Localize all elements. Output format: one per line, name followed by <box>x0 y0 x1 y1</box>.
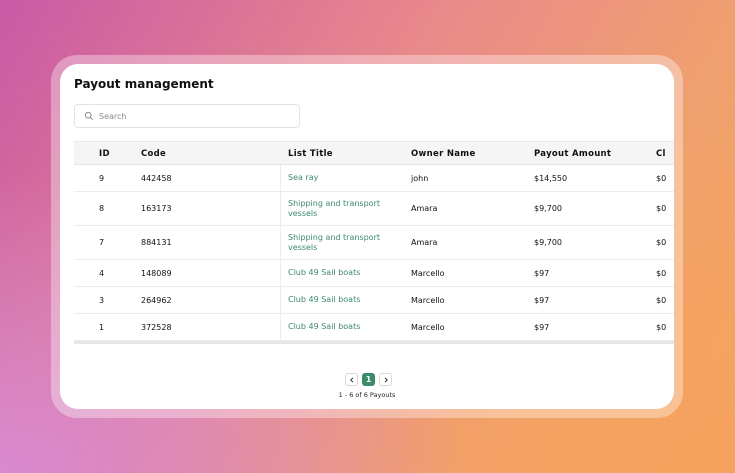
chevron-right-icon <box>383 376 389 383</box>
column-header-id[interactable]: ID <box>99 142 110 166</box>
cell-id: 1 <box>99 322 105 332</box>
page-title: Payout management <box>74 77 214 91</box>
column-divider <box>280 260 281 286</box>
cell-payout-amount: $97 <box>534 322 550 332</box>
pagination: 1 <box>345 373 392 386</box>
cell-owner-name: Marcello <box>411 295 445 305</box>
column-divider <box>280 192 281 225</box>
cell-list-title-link[interactable]: Shipping and transport vessels <box>288 192 398 225</box>
cell-list-title-link[interactable]: Sea ray <box>288 165 398 191</box>
cell-id: 9 <box>99 173 105 183</box>
cell-truncated: $0 <box>656 173 667 183</box>
column-header-payout-amount[interactable]: Payout Amount <box>534 142 611 166</box>
column-divider <box>280 226 281 259</box>
payouts-table: ID Code List Title Owner Name Payout Amo… <box>74 141 674 344</box>
cell-id: 4 <box>99 268 105 278</box>
previous-page-button[interactable] <box>345 373 358 386</box>
cell-list-title-link[interactable]: Club 49 Sail boats <box>288 260 398 286</box>
cell-payout-amount: $14,550 <box>534 173 568 183</box>
column-header-code[interactable]: Code <box>141 142 166 166</box>
cell-payout-amount: $9,700 <box>534 238 562 247</box>
search-input[interactable] <box>99 111 289 121</box>
column-header-truncated[interactable]: Cl <box>656 142 666 166</box>
table-header: ID Code List Title Owner Name Payout Amo… <box>74 141 674 165</box>
cell-truncated: $0 <box>656 295 667 305</box>
search-icon <box>84 111 94 121</box>
column-header-owner-name[interactable]: Owner Name <box>411 142 476 166</box>
cell-list-title-link[interactable]: Club 49 Sail boats <box>288 287 398 313</box>
cell-owner-name: Amara <box>411 238 438 247</box>
page-button-current[interactable]: 1 <box>362 373 375 386</box>
column-header-list-title[interactable]: List Title <box>288 142 333 166</box>
cell-id: 7 <box>99 238 105 247</box>
next-page-button[interactable] <box>379 373 392 386</box>
table-row[interactable]: 9 442458 Sea ray john $14,550 $0 <box>74 165 674 192</box>
table-row[interactable]: 8 163173 Shipping and transport vessels … <box>74 192 674 226</box>
pagination-summary: 1 - 6 of 6 Payouts <box>338 391 396 399</box>
cell-truncated: $0 <box>656 322 667 332</box>
cell-list-title-link[interactable]: Club 49 Sail boats <box>288 314 398 340</box>
column-divider <box>280 287 281 313</box>
table-row[interactable]: 1 372528 Club 49 Sail boats Marcello $97… <box>74 314 674 341</box>
column-divider <box>280 314 281 340</box>
column-divider <box>280 165 281 191</box>
cell-code: 442458 <box>141 173 172 183</box>
cell-truncated: $0 <box>656 268 667 278</box>
cell-payout-amount: $97 <box>534 295 550 305</box>
cell-truncated: $0 <box>656 204 667 213</box>
cell-code: 884131 <box>141 238 172 247</box>
chevron-left-icon <box>349 376 355 383</box>
cell-truncated: $0 <box>656 238 667 247</box>
cell-id: 3 <box>99 295 105 305</box>
cell-code: 372528 <box>141 322 172 332</box>
cell-payout-amount: $9,700 <box>534 204 562 213</box>
cell-owner-name: Marcello <box>411 322 445 332</box>
cell-list-title-link[interactable]: Shipping and transport vessels <box>288 226 398 259</box>
table-row[interactable]: 7 884131 Shipping and transport vessels … <box>74 226 674 260</box>
cell-owner-name: Marcello <box>411 268 445 278</box>
cell-id: 8 <box>99 204 105 213</box>
cell-code: 264962 <box>141 295 172 305</box>
cell-owner-name: john <box>411 173 429 183</box>
cell-payout-amount: $97 <box>534 268 550 278</box>
table-row[interactable]: 3 264962 Club 49 Sail boats Marcello $97… <box>74 287 674 314</box>
search-box[interactable] <box>74 104 300 128</box>
cell-code: 163173 <box>141 204 172 213</box>
payout-management-card: Payout management ID Code List Title Own… <box>60 64 674 409</box>
cell-owner-name: Amara <box>411 204 438 213</box>
cell-code: 148089 <box>141 268 172 278</box>
table-row[interactable]: 4 148089 Club 49 Sail boats Marcello $97… <box>74 260 674 287</box>
